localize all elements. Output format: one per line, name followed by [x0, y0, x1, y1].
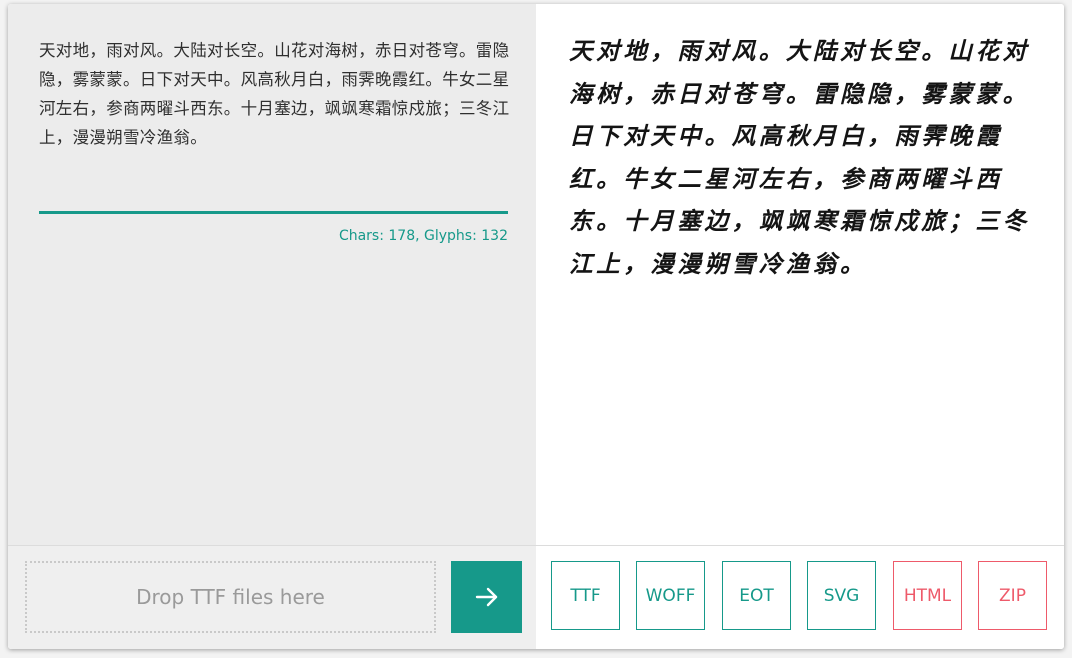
format-label: ZIP [999, 585, 1026, 606]
char-glyph-stats: Chars: 178, Glyphs: 132 [338, 228, 508, 244]
drop-zone-label: Drop TTF files here [136, 585, 325, 609]
source-panel: 天对地，雨对风。大陆对长空。山花对海树，赤日对苍穹。雷隐隐，雾蒙蒙。日下对天中。… [8, 4, 536, 545]
generate-button[interactable] [451, 561, 522, 633]
format-label: SVG [823, 585, 860, 606]
download-ttf-button[interactable]: TTF [551, 561, 620, 630]
arrow-right-icon [475, 587, 497, 607]
font-preview-text: 天对地，雨对风。大陆对长空。山花对海树，赤日对苍穹。雷隐隐，雾蒙蒙。日下对天中。… [569, 37, 1030, 278]
format-label: EOT [739, 585, 774, 606]
upload-area: Drop TTF files here [8, 546, 536, 649]
action-bar: Drop TTF files here TTF WOFF EOT SVG HTM… [8, 545, 1064, 649]
download-svg-button[interactable]: SVG [807, 561, 876, 630]
format-label: TTF [570, 585, 601, 606]
editor-underline [39, 211, 508, 214]
download-woff-button[interactable]: WOFF [636, 561, 705, 630]
format-label: HTML [903, 585, 952, 606]
app-window: 天对地，雨对风。大陆对长空。山花对海树，赤日对苍穹。雷隐隐，雾蒙蒙。日下对天中。… [8, 4, 1064, 649]
source-text-editor[interactable]: 天对地，雨对风。大陆对长空。山花对海树，赤日对苍穹。雷隐隐，雾蒙蒙。日下对天中。… [39, 36, 511, 152]
download-eot-button[interactable]: EOT [722, 561, 791, 630]
format-label: WOFF [645, 585, 696, 606]
ttf-drop-zone[interactable]: Drop TTF files here [25, 561, 436, 633]
download-zip-button[interactable]: ZIP [978, 561, 1047, 630]
font-preview-panel: 天对地，雨对风。大陆对长空。山花对海树，赤日对苍穹。雷隐隐，雾蒙蒙。日下对天中。… [536, 4, 1064, 545]
download-formats: TTF WOFF EOT SVG HTML ZIP [536, 546, 1064, 649]
download-html-button[interactable]: HTML [893, 561, 962, 630]
